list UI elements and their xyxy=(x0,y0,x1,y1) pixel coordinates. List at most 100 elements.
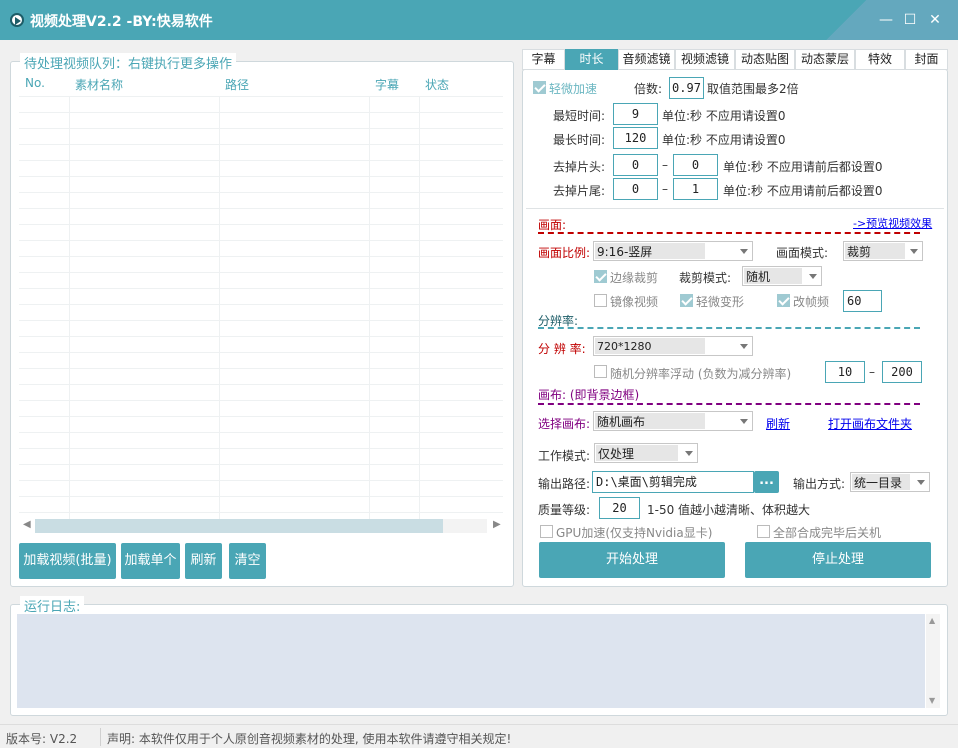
refresh-button[interactable]: 刷新 xyxy=(185,543,222,579)
multiplier-input[interactable]: 0.97 xyxy=(669,77,704,99)
cut-tail-to-input[interactable]: 1 xyxy=(673,178,718,200)
app-logo-icon xyxy=(10,13,24,27)
min-time-input[interactable]: 9 xyxy=(613,103,658,125)
tab-audio-filter[interactable]: 音频滤镜 xyxy=(618,49,675,70)
change-fps-checkbox[interactable] xyxy=(777,294,790,307)
table-row xyxy=(19,368,503,369)
table-row xyxy=(19,240,503,241)
scroll-left-icon[interactable]: ◀ xyxy=(23,519,31,530)
quality-hint: 1-50 值越小越清晰、体积越大 xyxy=(647,503,811,517)
crop-mode-value: 随机 xyxy=(746,270,771,284)
table-row xyxy=(19,256,503,257)
tab-subtitle[interactable]: 字幕 xyxy=(522,49,565,70)
chevron-down-icon xyxy=(910,249,918,254)
output-method-label: 输出方式: xyxy=(793,477,846,491)
table-row xyxy=(19,160,503,161)
scroll-thumb[interactable] xyxy=(35,519,443,533)
cut-tail-from-input[interactable]: 0 xyxy=(613,178,658,200)
col-header-status[interactable]: 状态 xyxy=(425,76,449,93)
col-header-no[interactable]: No. xyxy=(25,76,45,90)
col-header-name[interactable]: 素材名称 xyxy=(75,76,123,93)
work-mode-select[interactable]: 仅处理 xyxy=(594,443,698,463)
gpu-checkbox[interactable] xyxy=(540,525,553,538)
range-dash: – xyxy=(662,182,668,196)
load-single-button[interactable]: 加载单个 xyxy=(121,543,180,579)
output-method-select[interactable]: 统一目录 xyxy=(850,472,930,492)
stop-button[interactable]: 停止处理 xyxy=(745,542,931,578)
ratio-label: 画面比例: xyxy=(538,246,591,260)
load-batch-button[interactable]: 加载视频(批量) xyxy=(19,543,116,579)
light-deform-checkbox[interactable] xyxy=(680,294,693,307)
chevron-down-icon xyxy=(740,419,748,424)
close-icon[interactable]: ✕ xyxy=(927,12,943,28)
gpu-label: GPU加速(仅支持Nvidia显卡) xyxy=(556,526,713,540)
canvas-refresh-link[interactable]: 刷新 xyxy=(766,415,790,432)
shutdown-checkbox[interactable] xyxy=(757,525,770,538)
table-row xyxy=(19,272,503,273)
max-time-hint: 单位:秒 不应用请设置0 xyxy=(662,133,786,147)
scroll-right-icon[interactable]: ▶ xyxy=(493,519,501,530)
browse-button[interactable]: ... xyxy=(754,471,779,493)
table-row xyxy=(19,224,503,225)
tab-duration[interactable]: 时长 xyxy=(565,49,618,70)
canvas-divider xyxy=(538,403,920,405)
quality-input[interactable]: 20 xyxy=(599,497,640,519)
table-row xyxy=(19,512,503,513)
table-row xyxy=(19,144,503,145)
clear-button[interactable]: 清空 xyxy=(229,543,266,579)
col-header-subtitle[interactable]: 字幕 xyxy=(375,76,399,93)
fps-input[interactable]: 60 xyxy=(843,290,882,312)
tab-video-filter[interactable]: 视频滤镜 xyxy=(675,49,735,70)
scroll-up-icon[interactable]: ▲ xyxy=(929,616,935,625)
col-header-path[interactable]: 路径 xyxy=(225,76,249,93)
cut-head-to-input[interactable]: 0 xyxy=(673,154,718,176)
table-row xyxy=(19,336,503,337)
mirror-checkbox[interactable] xyxy=(594,294,607,307)
version-label: 版本号: V2.2 xyxy=(6,732,78,746)
crop-mode-select[interactable]: 随机 xyxy=(742,266,822,286)
output-path-input[interactable]: D:\桌面\剪辑完成 xyxy=(592,471,754,493)
random-resolution-checkbox[interactable] xyxy=(594,365,607,378)
log-vscrollbar[interactable]: ▲ ▼ xyxy=(926,614,940,708)
canvas-value: 随机画布 xyxy=(597,415,646,429)
output-path-label: 输出路径: xyxy=(538,477,591,491)
cut-head-from-input[interactable]: 0 xyxy=(613,154,658,176)
edge-crop-checkbox[interactable] xyxy=(594,270,607,283)
tab-effects[interactable]: 特效 xyxy=(855,49,905,70)
tab-cover[interactable]: 封面 xyxy=(905,49,948,70)
queue-table[interactable]: No. 素材名称 路径 字幕 状态 xyxy=(19,72,503,520)
random-resolution-to-input[interactable]: 200 xyxy=(882,361,922,383)
mode-label: 画面模式: xyxy=(776,246,829,260)
preview-link[interactable]: ->预览视频效果 xyxy=(853,215,932,231)
table-row xyxy=(19,448,503,449)
tab-dynamic-mask[interactable]: 动态蒙层 xyxy=(795,49,855,70)
light-speed-label: 轻微加速 xyxy=(549,82,598,96)
table-header: No. 素材名称 路径 字幕 状态 xyxy=(19,72,503,96)
canvas-select-label: 选择画布: xyxy=(538,417,591,431)
table-row xyxy=(19,176,503,177)
maximize-icon[interactable]: ☐ xyxy=(902,12,918,28)
min-time-hint: 单位:秒 不应用请设置0 xyxy=(662,109,786,123)
table-row xyxy=(19,96,503,97)
scroll-down-icon[interactable]: ▼ xyxy=(929,696,935,705)
canvas-select[interactable]: 随机画布 xyxy=(593,411,753,431)
start-button[interactable]: 开始处理 xyxy=(539,542,725,578)
random-resolution-from-input[interactable]: 10 xyxy=(825,361,865,383)
light-speed-checkbox[interactable] xyxy=(533,81,546,94)
picture-divider xyxy=(538,232,920,234)
log-group-title: 运行日志: xyxy=(20,596,85,615)
log-area[interactable] xyxy=(17,614,925,708)
minimize-icon[interactable]: — xyxy=(878,12,894,28)
max-time-input[interactable]: 120 xyxy=(613,127,658,149)
table-row xyxy=(19,320,503,321)
mode-select[interactable]: 裁剪 xyxy=(843,241,923,261)
ratio-select[interactable]: 9:16-竖屏 xyxy=(593,241,753,261)
table-row xyxy=(19,112,503,113)
table-row xyxy=(19,464,503,465)
queue-group-title: 待处理视频队列：右键执行更多操作 xyxy=(20,53,237,72)
resolution-select[interactable]: 720*1280 xyxy=(593,336,753,356)
tab-dynamic-sticker[interactable]: 动态贴图 xyxy=(735,49,795,70)
open-canvas-folder-link[interactable]: 打开画布文件夹 xyxy=(828,415,912,432)
max-time-label: 最长时间: xyxy=(553,133,606,147)
queue-hscrollbar[interactable]: ◀ ▶ xyxy=(19,518,503,535)
